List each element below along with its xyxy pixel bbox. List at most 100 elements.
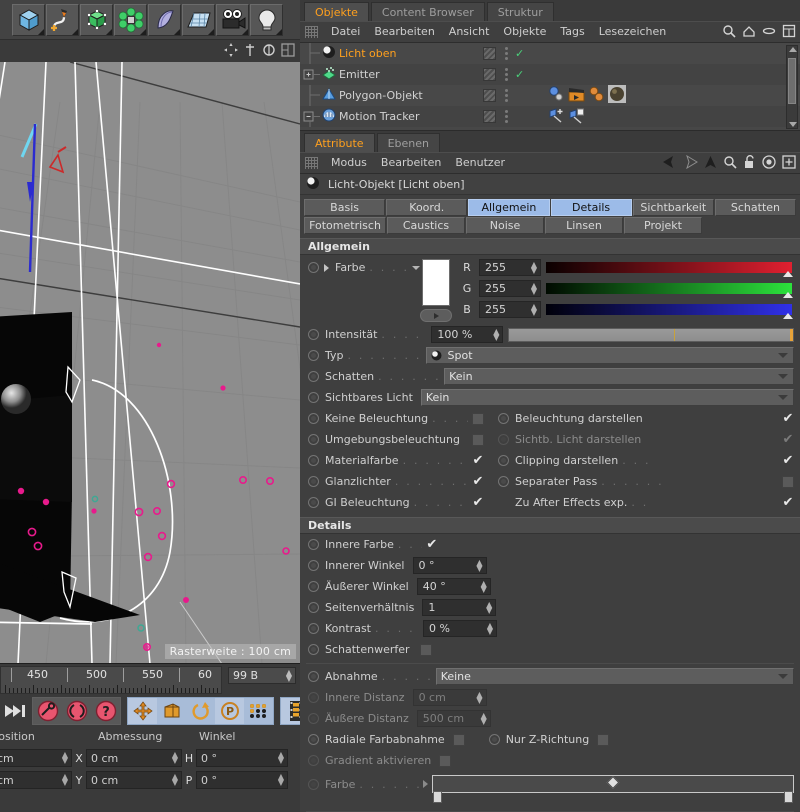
visibility-toggle[interactable]	[483, 110, 496, 123]
scroll-up-icon[interactable]	[789, 47, 797, 52]
animate-toggle[interactable]	[308, 623, 319, 634]
animate-toggle[interactable]	[308, 581, 319, 592]
animate-toggle[interactable]	[308, 560, 319, 571]
pan-camera-icon[interactable]	[242, 42, 258, 58]
checkbox-innere-farbe[interactable]: ✔	[426, 539, 438, 551]
spinner-icon[interactable]: ▲▼	[531, 283, 537, 295]
menu-ansicht[interactable]: Ansicht	[442, 22, 497, 42]
animate-toggle[interactable]	[308, 644, 319, 655]
tree-expander-minus[interactable]	[300, 106, 322, 127]
spinner-icon[interactable]: ▲▼	[286, 670, 292, 682]
checkbox-gradient-aktivieren[interactable]	[439, 755, 451, 767]
spinner-icon[interactable]: ▲▼	[172, 774, 178, 786]
blue-slider[interactable]	[546, 304, 792, 315]
viewport-3d[interactable]: Rasterweite : 100 cm	[0, 62, 300, 664]
spinner-icon[interactable]: ▲▼	[486, 602, 492, 614]
animate-toggle-intensitaet[interactable]	[308, 329, 319, 340]
search-icon[interactable]	[722, 24, 736, 41]
animate-toggle[interactable]	[308, 671, 319, 682]
attr-tab-basis[interactable]: Basis	[304, 199, 385, 216]
timeline-ruler[interactable]: 450 500 550 60	[0, 666, 222, 694]
attr-tab-fotometrisch[interactable]: Fotometrisch	[304, 217, 386, 234]
gradient-knot-left[interactable]	[433, 791, 442, 803]
animate-toggle-schatten[interactable]	[308, 371, 319, 382]
menu-bearbeiten[interactable]: Bearbeiten	[374, 153, 448, 173]
position-x-field[interactable]: cm ▲▼	[0, 749, 72, 767]
attr-tab-linsen[interactable]: Linsen	[545, 217, 623, 234]
menu-modus[interactable]: Modus	[324, 153, 374, 173]
move-keys-icon[interactable]	[128, 698, 157, 724]
aspect-ratio-field[interactable]: 1 ▲▼	[422, 599, 496, 616]
animate-toggle[interactable]	[498, 455, 509, 466]
animate-toggle-sichtbares-licht[interactable]	[308, 392, 319, 403]
point-level-animation-icon[interactable]	[244, 698, 273, 724]
material-tag-icon[interactable]	[608, 85, 626, 106]
checkbox-nur-z-richtung[interactable]	[597, 734, 609, 746]
checkbox-clipping-darstellen[interactable]: ✔	[782, 455, 794, 467]
menu-bearbeiten[interactable]: Bearbeiten	[367, 22, 441, 42]
object-row-emitter[interactable]: Emitter ✓	[300, 64, 800, 85]
checkbox-umgebungsbeleuchtung[interactable]	[472, 434, 484, 446]
plus-box-icon[interactable]	[782, 155, 796, 172]
red-slider[interactable]	[546, 262, 792, 273]
inner-angle-field[interactable]: 0 ° ▲▼	[413, 557, 487, 574]
visibility-toggle[interactable]	[483, 47, 496, 60]
attr-tab-caustics[interactable]: Caustics	[387, 217, 465, 234]
intensity-slider[interactable]	[508, 328, 794, 342]
spinner-icon[interactable]: ▲▼	[62, 774, 68, 786]
forward-arrow-icon[interactable]	[683, 155, 698, 172]
checkbox-beleuchtung-darstellen[interactable]: ✔	[782, 413, 794, 425]
object-row-motion-tracker[interactable]: Motion Tracker	[300, 106, 800, 127]
intensity-field[interactable]: 100 % ▲▼	[431, 326, 503, 343]
spinner-icon[interactable]: ▲▼	[278, 774, 284, 786]
contrast-field[interactable]: 0 % ▲▼	[423, 620, 497, 637]
scrollbar-thumb[interactable]	[788, 58, 796, 104]
up-arrow-icon[interactable]	[704, 155, 717, 172]
visibility-toggle[interactable]	[483, 68, 496, 81]
move-axis-icon[interactable]	[223, 42, 239, 58]
spline-pen-icon[interactable]	[46, 4, 79, 36]
attr-tab-noise[interactable]: Noise	[466, 217, 544, 234]
cube-primitive-icon[interactable]	[12, 4, 45, 36]
chevron-right-icon[interactable]	[423, 780, 428, 788]
checkbox-gi-beleuchtung[interactable]: ✔	[472, 497, 484, 509]
visible-light-dropdown[interactable]: Kein	[421, 389, 794, 406]
outer-angle-field[interactable]: 40 ° ▲▼	[417, 578, 491, 595]
light-icon[interactable]	[250, 4, 283, 36]
position-y-field[interactable]: cm ▲▼	[0, 771, 72, 789]
chevron-down-icon[interactable]	[778, 674, 788, 679]
home-icon[interactable]	[742, 24, 756, 41]
rotate-keys-icon[interactable]	[186, 698, 215, 724]
spinner-icon[interactable]: ▲▼	[62, 752, 68, 764]
animate-toggle[interactable]	[308, 539, 319, 550]
animate-toggle[interactable]	[308, 476, 319, 487]
array-deformer-icon[interactable]	[114, 4, 147, 36]
angle-p-field[interactable]: 0 ° ▲▼	[196, 771, 288, 789]
spinner-icon[interactable]: ▲▼	[487, 623, 493, 635]
checkbox-separater-pass[interactable]	[782, 476, 794, 488]
menu-tags[interactable]: Tags	[553, 22, 591, 42]
scale-keys-icon[interactable]	[157, 698, 186, 724]
tab-objekte[interactable]: Objekte	[304, 2, 369, 21]
animate-toggle[interactable]	[308, 413, 319, 424]
angle-h-field[interactable]: 0 ° ▲▼	[196, 749, 288, 767]
animate-toggle[interactable]	[489, 734, 500, 745]
animate-toggle[interactable]	[498, 434, 509, 445]
object-row-polygon-objekt[interactable]: Polygon-Objekt	[300, 85, 800, 106]
back-arrow-icon[interactable]	[662, 155, 677, 172]
menu-benutzer[interactable]: Benutzer	[448, 153, 512, 173]
animate-toggle[interactable]	[308, 497, 319, 508]
green-value-field[interactable]: 255 ▲▼	[479, 280, 541, 297]
chevron-down-icon[interactable]	[778, 374, 788, 379]
checkbox-zu-after-effects-exp[interactable]: ✔	[782, 497, 794, 509]
particle-tag-icon[interactable]	[588, 86, 605, 106]
chevron-down-icon[interactable]	[778, 353, 788, 358]
current-frame-field[interactable]: 99 B ▲▼	[228, 667, 296, 684]
tab-struktur[interactable]: Struktur	[487, 2, 554, 21]
checkbox-schattenwerfer[interactable]	[420, 644, 432, 656]
checkbox-radiale-farbabnahme[interactable]	[453, 734, 465, 746]
slider-knob[interactable]	[790, 329, 793, 341]
animate-toggle[interactable]	[498, 476, 509, 487]
gradient-knot-right[interactable]	[784, 791, 793, 803]
attr-tab-projekt[interactable]: Projekt	[624, 217, 702, 234]
